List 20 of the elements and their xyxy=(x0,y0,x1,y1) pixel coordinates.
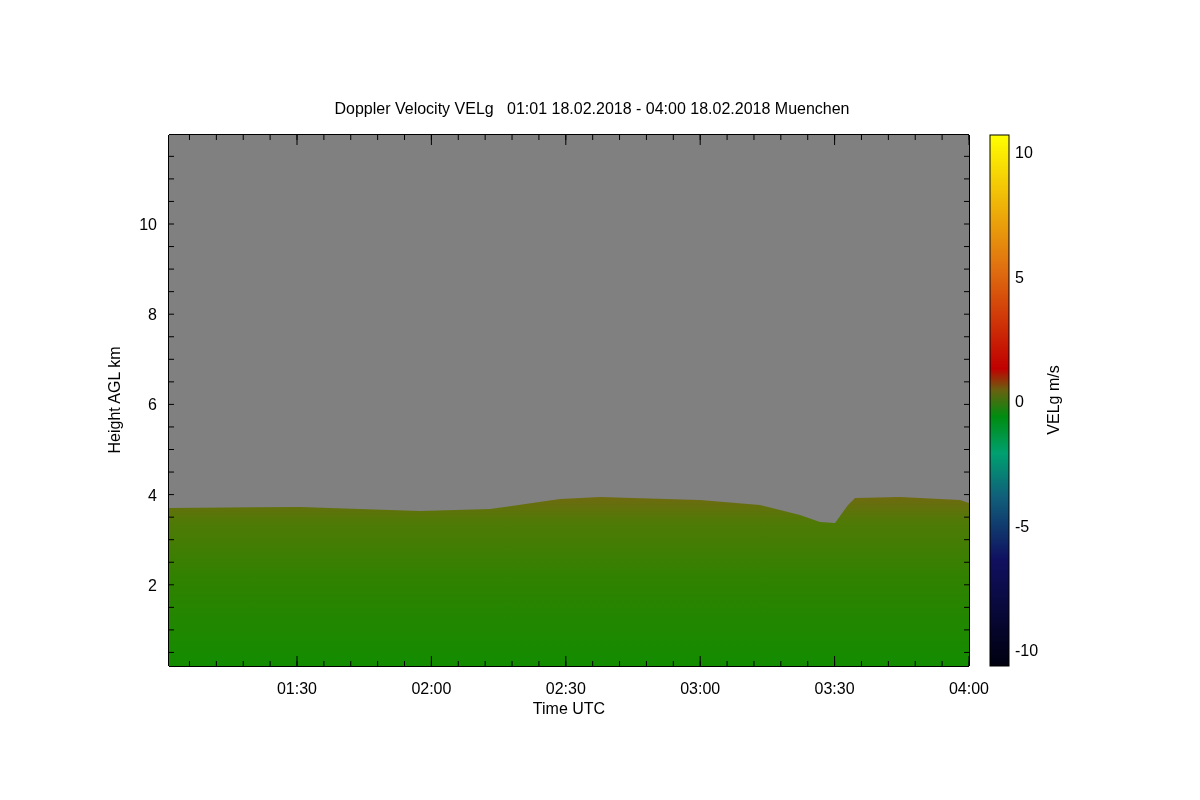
tick-label: 4 xyxy=(148,486,157,504)
tick-label: 6 xyxy=(148,396,157,414)
tick-label: 5 xyxy=(1015,268,1024,286)
tick-label: 10 xyxy=(139,216,157,233)
tick-label: 0 xyxy=(1015,393,1024,410)
tick-label: -5 xyxy=(1015,517,1030,535)
tick-label: 03:00 xyxy=(680,680,721,697)
axis-label: VELg m/s xyxy=(1045,365,1062,435)
tick-label: 01:30 xyxy=(277,680,317,697)
tick-label: 2 xyxy=(148,576,157,594)
tick-label: -10 xyxy=(1015,642,1039,659)
axis-label: Time UTC xyxy=(532,700,606,717)
tick-label: 10 xyxy=(1015,144,1033,161)
tick-label: 8 xyxy=(148,306,157,324)
tick-label: 02:00 xyxy=(411,680,452,697)
tick-label: 04:00 xyxy=(949,680,989,697)
tick-label: 02:30 xyxy=(545,680,586,697)
axis-label: Height AGL km xyxy=(106,346,123,454)
plot-title: Doppler Velocity VELg 01:01 18.02.2018 - 04:00 18.02.2018 Muenchen xyxy=(334,100,850,117)
tick-label: 03:30 xyxy=(814,680,855,697)
